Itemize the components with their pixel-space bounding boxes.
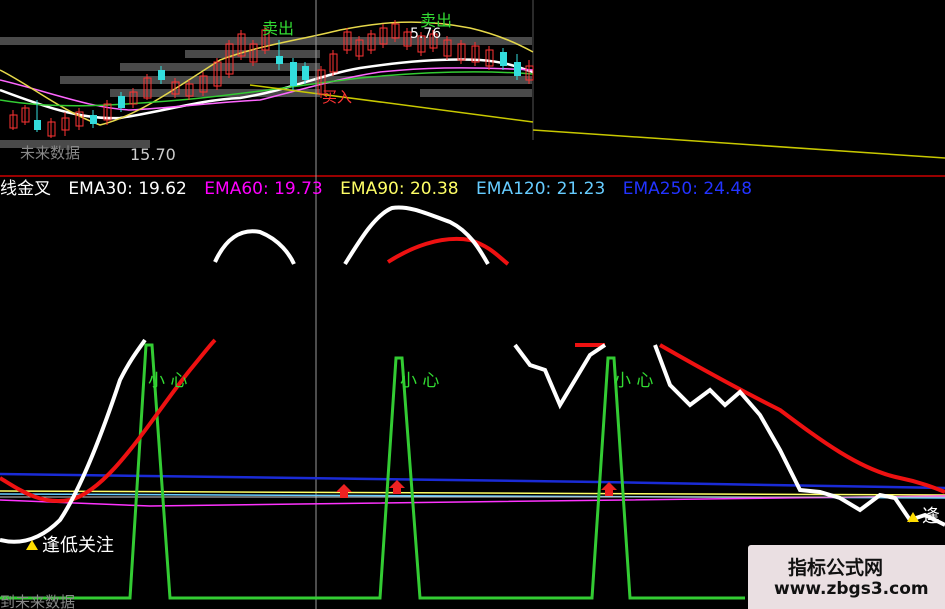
ema120-value: EMA120: 21.23	[476, 179, 606, 199]
ema250-value: EMA250: 24.48	[622, 179, 753, 199]
chart-canvas: 卖出 卖出 5.76 买入 未来数据 15.70 小 心 小 心 小 心 逢低关…	[0, 0, 945, 609]
low-watch-label-partial: 逢	[922, 506, 940, 527]
sell-signal-label: 卖出	[262, 19, 294, 38]
ema250-line	[0, 472, 945, 490]
candle-body	[90, 115, 97, 124]
indicator-header: 线金叉 EMA30: 19.62 EMA60: 19.73 EMA90: 20.…	[0, 178, 764, 200]
ema90-value: EMA90: 20.38	[340, 179, 459, 199]
low-watch-label: 逢低关注	[42, 535, 114, 556]
ema60-value: EMA60: 19.73	[204, 179, 323, 199]
price-bottom-label: 15.70	[130, 145, 176, 164]
candle-body	[158, 70, 165, 80]
white-indicator-curve-2	[213, 229, 296, 265]
white-indicator-curve-3	[343, 205, 490, 266]
caution-label: 小 心	[148, 371, 187, 391]
upper-price-panel: 卖出 卖出 5.76 买入 未来数据 15.70	[0, 0, 945, 164]
trend-line	[532, 129, 945, 159]
candle-body	[302, 66, 309, 80]
caution-label: 小 心	[614, 371, 653, 391]
ema30-value: EMA30: 19.62	[68, 179, 187, 199]
future-data-bottom-label: 到未来数据	[0, 593, 75, 609]
candle-body	[500, 52, 507, 66]
candle-body	[276, 56, 283, 64]
indicator-name: 线金叉	[0, 179, 51, 199]
candle-body	[34, 120, 41, 130]
caution-label: 小 心	[400, 371, 439, 391]
red-indicator-curve-2	[386, 237, 510, 266]
buy-signal-label: 买入	[322, 88, 352, 106]
ma-line-magenta	[0, 67, 534, 111]
candle-body	[118, 96, 125, 108]
white-indicator-curve	[0, 338, 147, 544]
price-marker-label: 5.76	[410, 26, 441, 42]
candle-body	[514, 62, 521, 76]
watermark-badge: 指标公式网 www.zbgs3.com	[748, 545, 945, 609]
watermark-title: 指标公式网	[788, 557, 884, 579]
watermark-url: www.zbgs3.com	[774, 579, 929, 599]
future-data-label: 未来数据	[20, 144, 80, 162]
volume-profile-bar	[420, 89, 532, 97]
candle-body	[290, 62, 297, 86]
volume-profile-bar	[0, 37, 320, 45]
